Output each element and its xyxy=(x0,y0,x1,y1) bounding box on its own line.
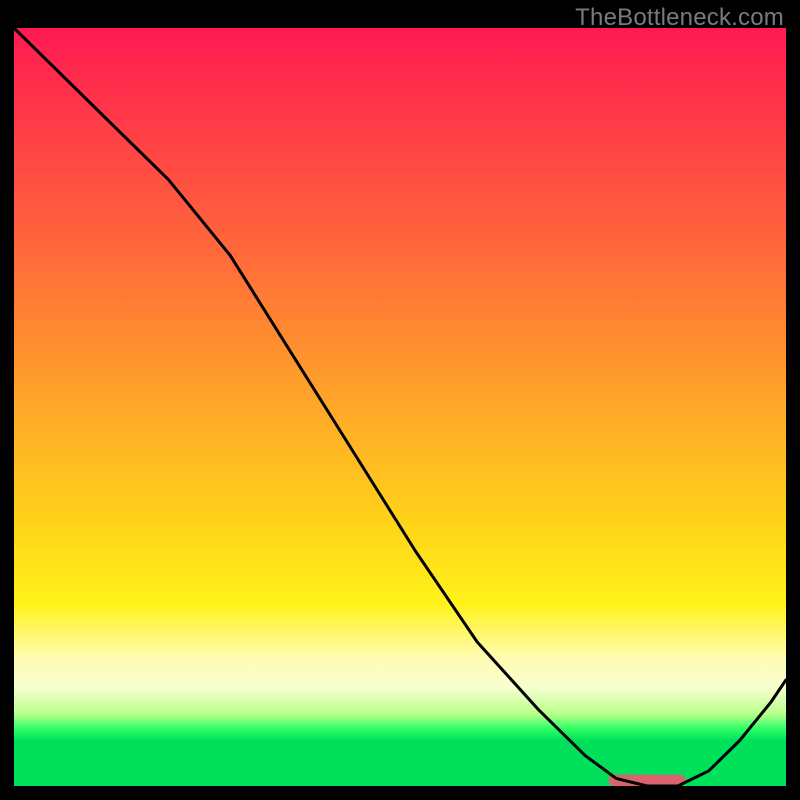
chart-frame xyxy=(14,28,786,786)
chart-overlay-svg xyxy=(14,28,786,786)
bottleneck-curve xyxy=(14,28,786,786)
